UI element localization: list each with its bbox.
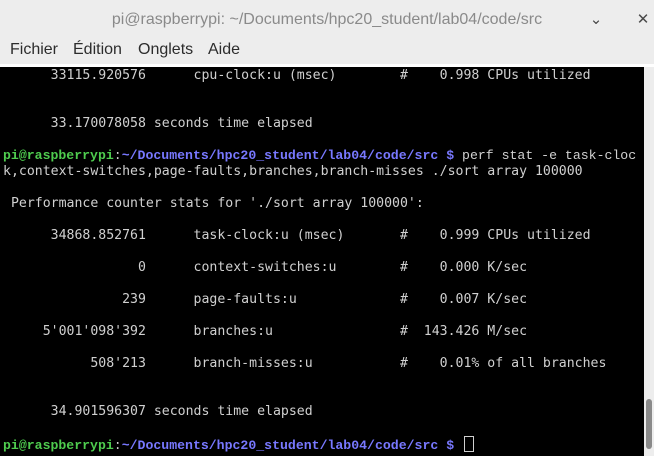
menu-edition[interactable]: Édition	[73, 41, 122, 59]
minimize-icon[interactable]: ⌄	[585, 8, 607, 32]
stat-line: 239 page-faults:u # 0.007 K/sec	[3, 292, 528, 307]
prompt-user: pi@raspberrypi	[3, 148, 114, 163]
command-text: perf stat -e task-cloc	[462, 148, 637, 163]
prompt-symbol: $	[438, 438, 463, 453]
prompt-symbol: $	[438, 148, 463, 163]
stat-line: 508'213 branch-misses:u # 0.01% of all b…	[3, 356, 607, 371]
prompt-user: pi@raspberrypi	[3, 438, 114, 453]
menu-bar: Fichier Édition Onglets Aide	[0, 40, 654, 64]
close-icon[interactable]: ✕	[632, 8, 654, 32]
menu-aide[interactable]: Aide	[208, 41, 240, 59]
terminal-output[interactable]: 33115.920576 cpu-clock:u (msec) # 0.998 …	[0, 67, 644, 456]
prompt-path: ~/Documents/hpc20_student/lab04/code/src	[121, 148, 439, 163]
scrollbar[interactable]	[644, 67, 654, 456]
prompt-path: ~/Documents/hpc20_student/lab04/code/src	[121, 438, 439, 453]
stat-line: 5'001'098'392 branches:u # 143.426 M/sec	[3, 324, 528, 339]
prompt-separator: :	[113, 438, 122, 453]
window-title: pi@raspberrypi: ~/Documents/hpc20_studen…	[111, 11, 543, 28]
title-bar: pi@raspberrypi: ~/Documents/hpc20_studen…	[0, 0, 654, 40]
elapsed-line: 34.901596307 seconds time elapsed	[3, 404, 313, 419]
scrollbar-thumb[interactable]	[646, 399, 652, 449]
prompt-separator: :	[113, 148, 122, 163]
prompt-line: pi@raspberrypi:~/Documents/hpc20_student…	[3, 148, 636, 164]
stat-line: 34868.852761 task-clock:u (msec) # 0.999…	[3, 228, 591, 243]
terminal-line: 33.170078058 seconds time elapsed	[3, 116, 313, 131]
stats-header: Performance counter stats for './sort ar…	[3, 196, 424, 211]
text-cursor	[464, 436, 475, 452]
menu-fichier[interactable]: Fichier	[10, 41, 58, 59]
prompt-line: pi@raspberrypi:~/Documents/hpc20_student…	[3, 436, 475, 453]
command-text-wrap: k,context-switches,page-faults,branches,…	[3, 164, 583, 179]
stat-line: 0 context-switches:u # 0.000 K/sec	[3, 260, 528, 275]
menu-onglets[interactable]: Onglets	[138, 41, 193, 59]
terminal-line: 33115.920576 cpu-clock:u (msec) # 0.998 …	[3, 68, 591, 83]
